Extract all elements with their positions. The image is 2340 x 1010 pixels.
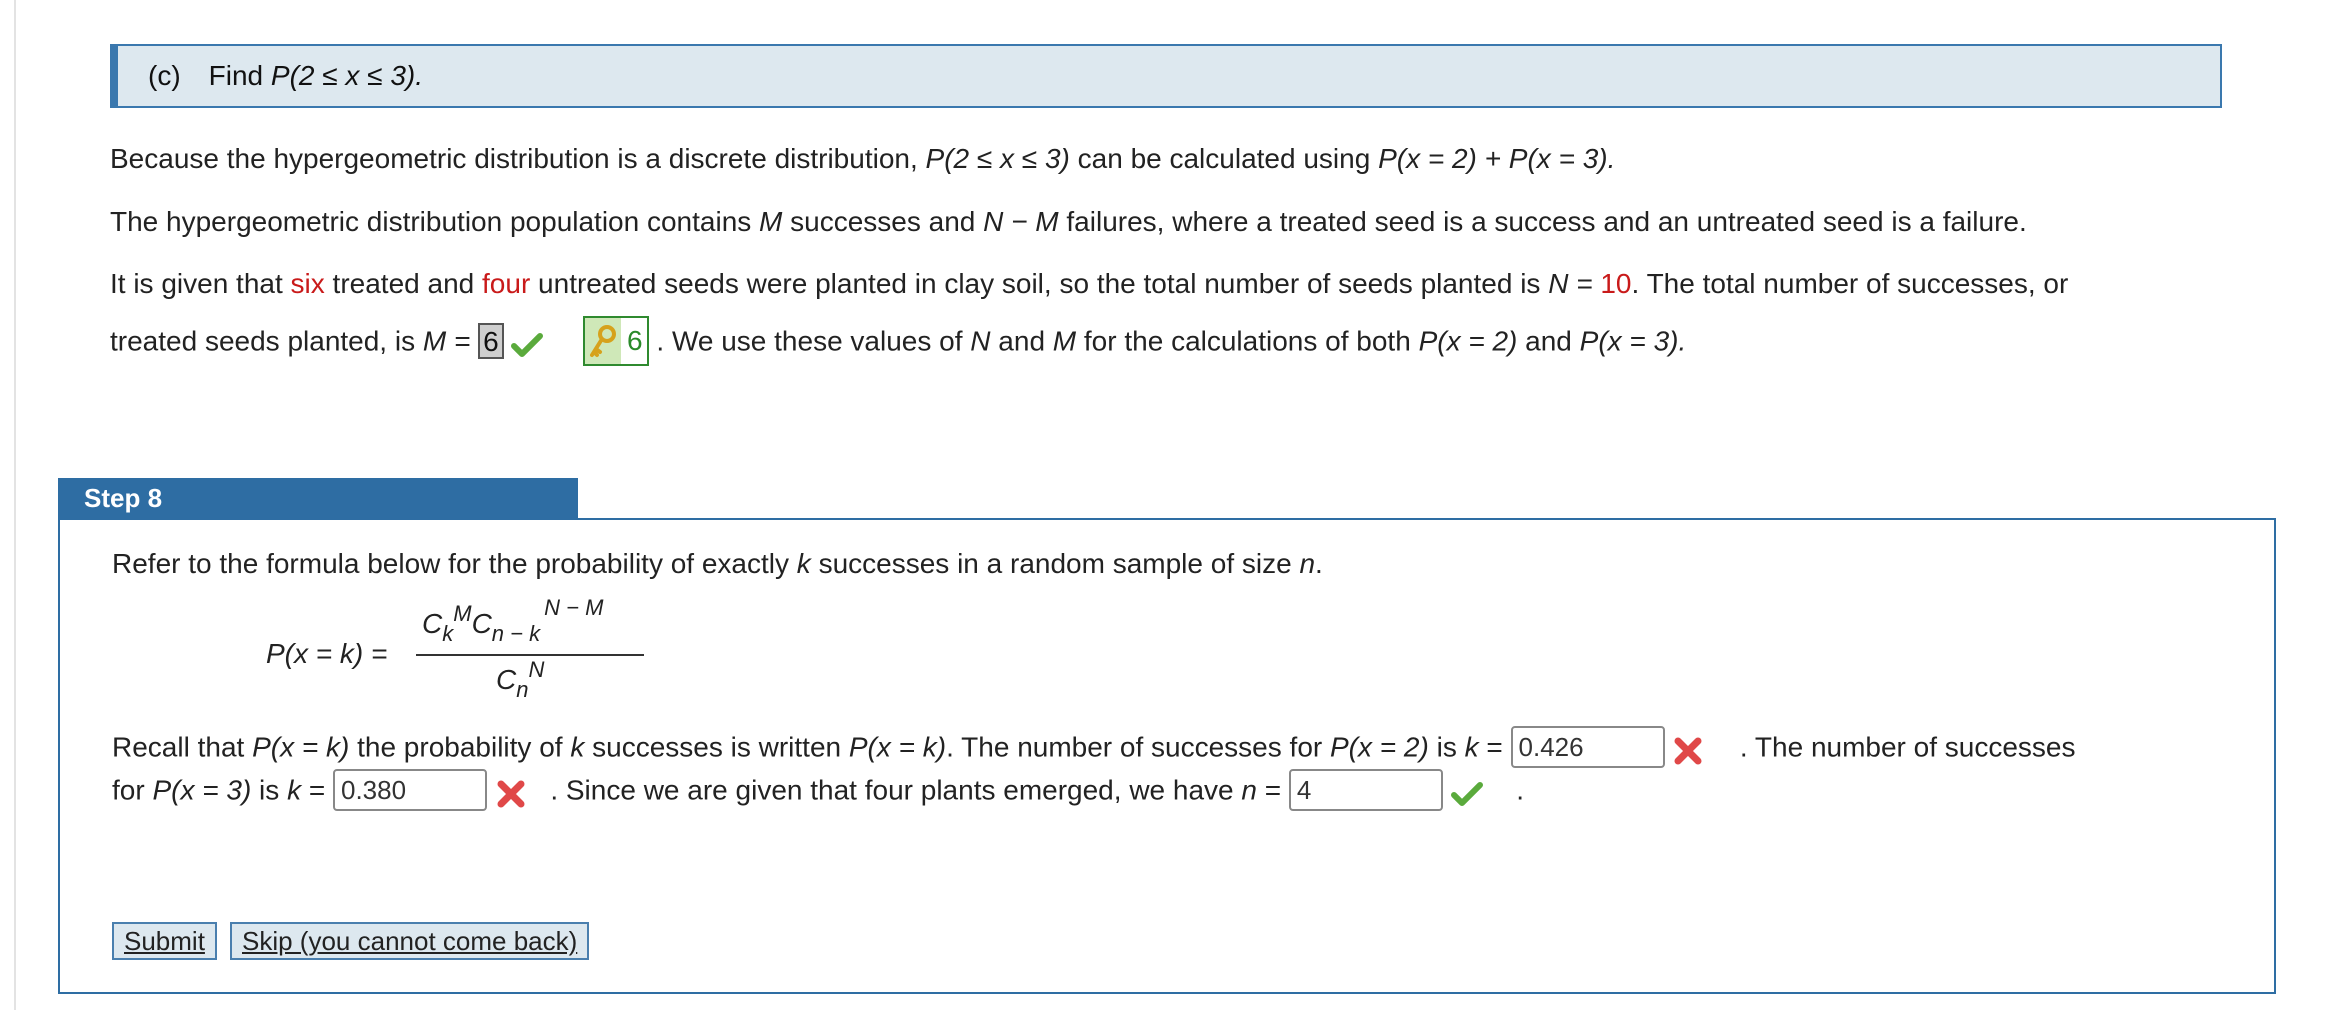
recall-line-2: for P(x = 3) is k = 0.380 . Since we are… xyxy=(112,769,1524,813)
formula-denominator: CnN xyxy=(496,657,545,702)
key-icon xyxy=(585,318,622,364)
part-label: (c) xyxy=(148,60,181,91)
checkmark-icon xyxy=(511,333,544,357)
k-for-p2-input[interactable]: 0.426 xyxy=(1510,726,1665,768)
answer-key-box[interactable]: 6 xyxy=(583,316,649,366)
k-for-p3-input[interactable]: 0.380 xyxy=(332,769,487,811)
highlight-four: four xyxy=(482,268,531,299)
highlight-six: six xyxy=(290,268,325,299)
x-mark-icon xyxy=(1674,737,1702,765)
paragraph-given: It is given that six treated and four un… xyxy=(110,268,2069,299)
submit-button[interactable]: Submit xyxy=(112,922,217,960)
formula-numerator: CkMCn − kN − M xyxy=(422,595,604,646)
paragraph-population: The hypergeometric distribution populati… xyxy=(110,206,2027,237)
paragraph-discrete: Because the hypergeometric distribution … xyxy=(110,143,1616,174)
page-left-border xyxy=(14,0,16,1010)
part-c-header: (c) Find P(2 ≤ x ≤ 3). xyxy=(110,44,2222,108)
n-input[interactable]: 4 xyxy=(1288,769,1443,811)
m-answer-box: 6 xyxy=(478,323,504,359)
checkmark-icon xyxy=(1450,782,1483,806)
recall-line-1: Recall that P(x = k) the probability of … xyxy=(112,726,2076,770)
x-mark-icon xyxy=(497,780,525,808)
part-prompt: Find P(2 ≤ x ≤ 3). xyxy=(208,60,424,91)
hypergeometric-formula: P(x = k) = CkMCn − kN − M CnN xyxy=(266,595,646,708)
step-intro: Refer to the formula below for the proba… xyxy=(112,548,1323,579)
formula-lhs: P(x = k) = xyxy=(266,638,388,669)
fraction-bar xyxy=(416,654,644,656)
skip-button[interactable]: Skip (you cannot come back) xyxy=(230,922,590,960)
step-8-title: Step 8 xyxy=(58,478,578,518)
key-value: 6 xyxy=(627,325,643,356)
paragraph-m-value: treated seeds planted, is M = 6 6 . We u… xyxy=(110,316,1686,368)
highlight-ten: 10 xyxy=(1600,268,1632,299)
